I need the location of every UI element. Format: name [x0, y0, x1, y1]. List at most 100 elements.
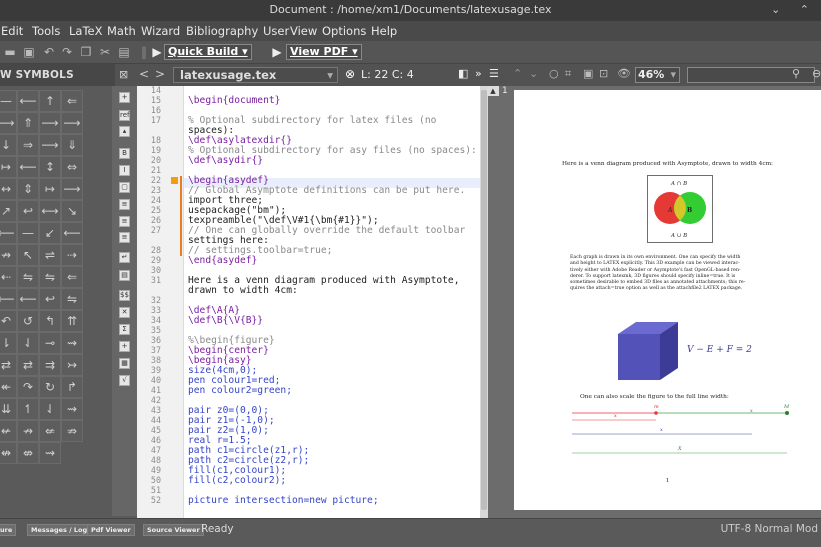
pdf-sync-icon[interactable]: ○	[549, 67, 559, 80]
symbol-button[interactable]: ⟵	[17, 156, 39, 178]
menu-math[interactable]: Math	[107, 24, 136, 38]
symbol-button[interactable]: ⊸	[39, 332, 61, 354]
symbol-button[interactable]: ↑	[39, 90, 61, 112]
symbol-button[interactable]: ⇔	[61, 156, 83, 178]
symbol-button[interactable]: ↚	[0, 420, 17, 442]
menu-view[interactable]: View	[290, 24, 317, 38]
symbol-button[interactable]: ⇕	[17, 178, 39, 200]
symbol-button[interactable]: ⇐	[61, 90, 83, 112]
eye-icon[interactable]: 👁	[617, 67, 631, 80]
symbol-button[interactable]: ↻	[39, 376, 61, 398]
document-combo[interactable]: latexusage.tex ▾	[173, 67, 338, 83]
list-panel-icon[interactable]: ≡	[119, 199, 130, 210]
symbol-button[interactable]: ↘	[61, 200, 83, 222]
bold-panel-icon[interactable]: B	[119, 148, 130, 159]
next-doc-icon[interactable]: >	[155, 67, 165, 81]
tab-messages-log[interactable]: Messages / Log	[27, 524, 92, 536]
symbol-button[interactable]: ⟵	[0, 288, 17, 310]
symbol-button[interactable]: ⟶	[61, 178, 83, 200]
tab-pdf-viewer[interactable]: Pdf Viewer	[87, 524, 135, 536]
structure-panel-icon[interactable]: +	[119, 92, 130, 103]
symbol-button[interactable]: ⟶	[39, 134, 61, 156]
symbol-button[interactable]: ↮	[0, 442, 17, 464]
menu-user[interactable]: User	[263, 24, 289, 38]
symbol-button[interactable]: ⟷	[39, 200, 61, 222]
symbol-button[interactable]: ⇄	[17, 354, 39, 376]
quick-build-combo[interactable]: Quick Build ▾	[164, 44, 252, 60]
menu-options[interactable]: Options	[322, 24, 366, 38]
newline-panel-icon[interactable]: ▤	[119, 270, 130, 281]
symbol-button[interactable]: ↛	[17, 420, 39, 442]
fit-page-icon[interactable]: ▣	[583, 67, 593, 80]
symbol-button[interactable]: ⟵	[17, 288, 39, 310]
menu-help[interactable]: Help	[371, 24, 397, 38]
return-panel-icon[interactable]: ↵	[119, 252, 130, 263]
italic-panel-icon[interactable]: I	[119, 165, 130, 176]
symbol-button[interactable]: ⇃	[39, 398, 61, 420]
editor-scrollbar[interactable]	[480, 86, 488, 518]
zoom-combo[interactable]: 46% ▾	[635, 67, 680, 83]
symbol-button[interactable]: ⇊	[0, 398, 17, 420]
redo-icon[interactable]: ↷	[60, 45, 74, 59]
code-line[interactable]: picture intersection=new picture;	[188, 496, 379, 506]
sum-panel-icon[interactable]: Σ	[119, 324, 130, 335]
more-icon[interactable]: »	[475, 67, 482, 80]
menu-tools[interactable]: Tools	[32, 24, 60, 38]
symbol-button[interactable]: ↗	[0, 200, 17, 222]
tab-source-viewer[interactable]: Source Viewer	[143, 524, 204, 536]
pdf-page-up-icon[interactable]: ▲	[487, 86, 499, 96]
image-panel-icon[interactable]: ▴	[119, 126, 130, 137]
symbol-button[interactable]: —	[0, 90, 17, 112]
symbol-button[interactable]: ⇝	[61, 398, 83, 420]
symbol-button[interactable]: ⇑	[17, 112, 39, 134]
symbol-button[interactable]: ⇋	[61, 288, 83, 310]
code-line[interactable]: pen colour2=green;	[188, 386, 292, 396]
symbol-button[interactable]: ↦	[39, 178, 61, 200]
symbol-button[interactable]: ⇌	[39, 244, 61, 266]
symbol-button[interactable]: ⟵	[0, 222, 17, 244]
menu-edit[interactable]: Edit	[1, 24, 23, 38]
save-icon[interactable]: ▣	[22, 45, 36, 59]
symbol-button[interactable]: ↕	[39, 156, 61, 178]
symbol-button[interactable]: ↖	[17, 244, 39, 266]
symbol-button[interactable]: ⇢	[61, 244, 83, 266]
symbol-button[interactable]: ⇒	[17, 134, 39, 156]
symbol-button[interactable]: ↰	[39, 310, 61, 332]
undo-icon[interactable]: ↶	[42, 45, 56, 59]
code-editor[interactable]: \begin{document}% Optional subdirectory …	[183, 86, 480, 518]
code-line[interactable]: \def\B{\V{B}}	[188, 316, 263, 326]
symbol-button[interactable]: ↺	[17, 310, 39, 332]
close-doc-icon[interactable]: ⊗	[345, 67, 355, 81]
symbol-button[interactable]: ⟶	[39, 112, 61, 134]
copy-icon[interactable]: ❐	[79, 45, 93, 59]
folder-icon[interactable]: ▬	[3, 45, 17, 59]
code-line[interactable]: \def\asydir{}	[188, 156, 263, 166]
window-controls[interactable]: ⌄ ⌃	[771, 3, 817, 16]
grid-icon[interactable]: ⊡	[599, 67, 608, 80]
symbol-button[interactable]: ↶	[0, 310, 17, 332]
code-line[interactable]: fill(c2,colour2);	[188, 476, 286, 486]
pdf-up-icon[interactable]: ⌃	[513, 67, 522, 80]
structure-icon[interactable]: ◧	[458, 67, 468, 80]
prev-doc-icon[interactable]: <	[139, 67, 149, 81]
symbol-button[interactable]: ⟵	[17, 90, 39, 112]
symbol-button[interactable]: ↩	[17, 200, 39, 222]
code-line[interactable]: \begin{document}	[188, 96, 280, 106]
symbol-button[interactable]: ↦	[0, 156, 17, 178]
symbol-button[interactable]: ⇂	[0, 332, 17, 354]
matrix-panel-icon[interactable]: ▦	[119, 358, 130, 369]
symbol-button[interactable]: ⇄	[0, 354, 17, 376]
tab-structure[interactable]: ure	[0, 524, 17, 536]
panel-close-icon[interactable]: ⊠	[119, 68, 128, 81]
symbol-button[interactable]: ↩	[39, 288, 61, 310]
menu-wizard[interactable]: Wizard	[141, 24, 180, 38]
symbol-button[interactable]: ↣	[61, 354, 83, 376]
menu-bibliography[interactable]: Bibliography	[186, 24, 258, 38]
code-line[interactable]: \end{asydef}	[188, 256, 257, 266]
symbol-button[interactable]: —	[17, 222, 39, 244]
table-panel-icon[interactable]: ≡	[119, 232, 130, 243]
symbol-button[interactable]: ⟶	[0, 112, 17, 134]
code-line[interactable]: drawn to width 4cm:	[188, 286, 298, 296]
symbol-button[interactable]: ⟶	[61, 112, 83, 134]
symbol-button[interactable]: ⇋	[39, 266, 61, 288]
